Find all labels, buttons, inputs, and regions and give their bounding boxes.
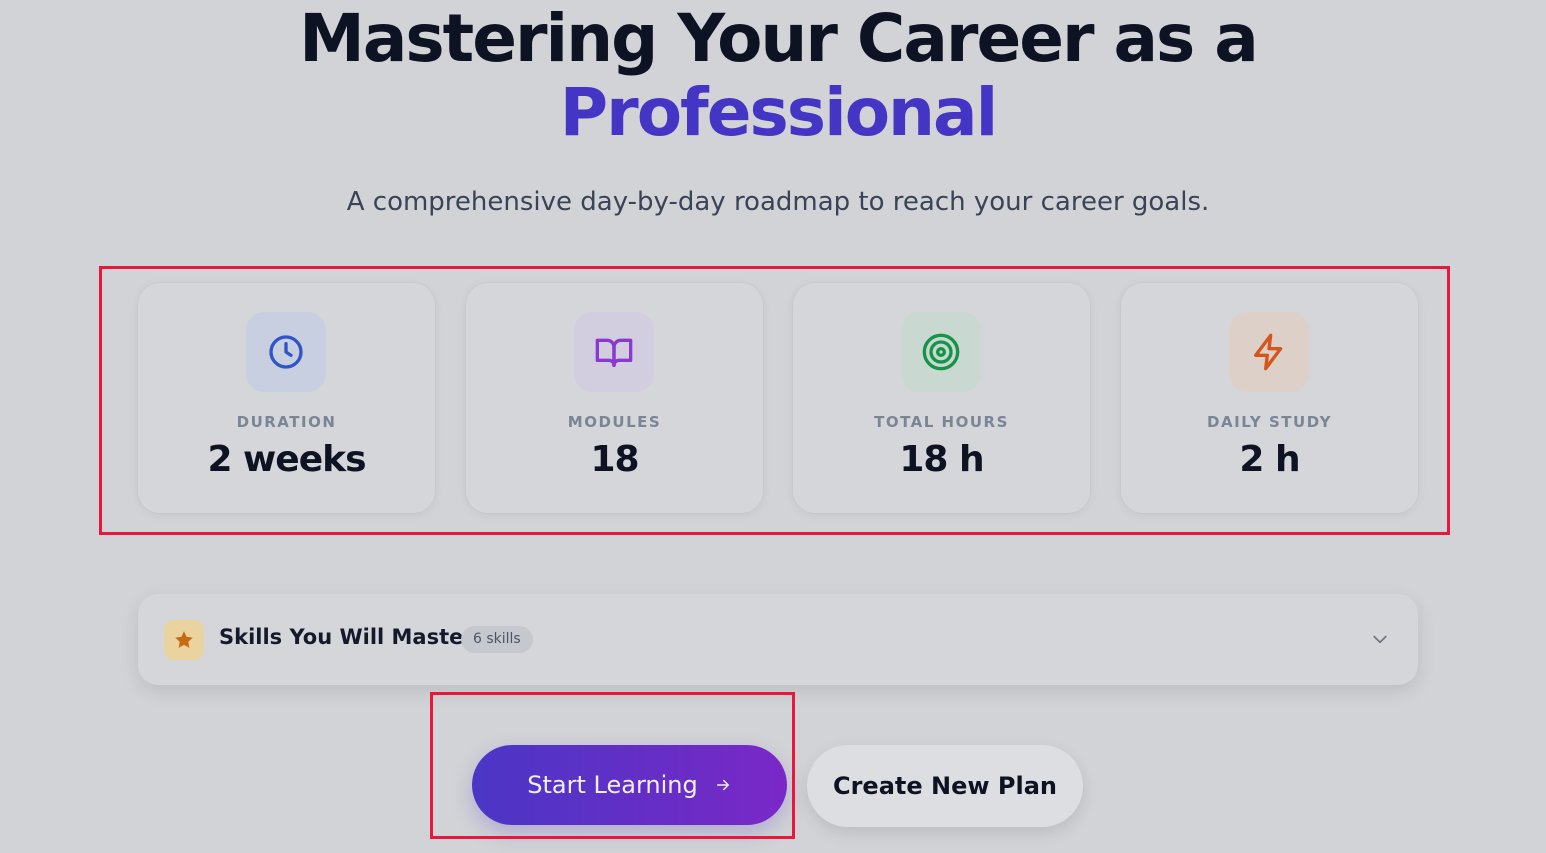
page-title: Mastering Your Career as a Professional	[0, 2, 1546, 150]
chevron-down-icon[interactable]	[1370, 629, 1390, 649]
star-icon	[164, 620, 204, 660]
page-subtitle: A comprehensive day-by-day roadmap to re…	[346, 187, 1210, 217]
skills-title: Skills You Will Master	[219, 625, 474, 649]
title-accent: Professional	[559, 74, 998, 151]
create-new-plan-button[interactable]: Create New Plan	[807, 745, 1083, 827]
start-button-highlight-box	[430, 692, 795, 839]
page: Mastering Your Career as a Professional …	[0, 0, 1546, 853]
title-line-1: Mastering Your Career as a	[299, 0, 1259, 77]
skills-count-badge: 6 skills	[461, 626, 533, 653]
skills-accordion[interactable]: Skills You Will Master 6 skills	[138, 594, 1418, 685]
stats-highlight-box	[99, 266, 1450, 535]
